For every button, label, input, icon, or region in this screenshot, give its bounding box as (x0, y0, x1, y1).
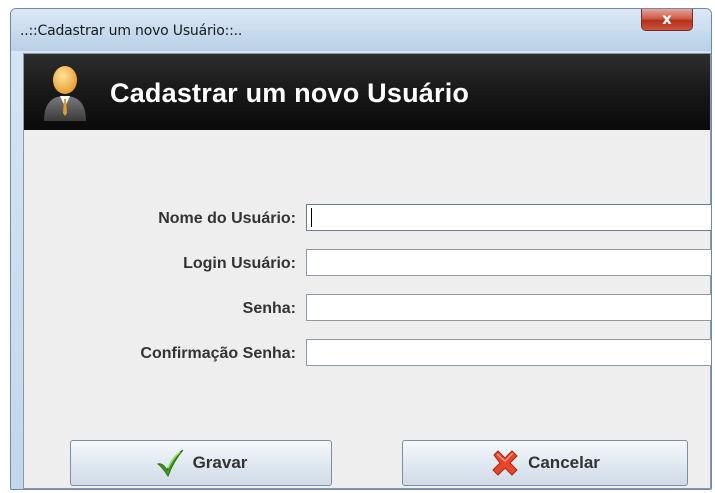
password-label: Senha: (242, 300, 296, 317)
confirm-password-label: Confirmação Senha: (140, 345, 296, 362)
confirm-password-input[interactable] (306, 339, 711, 366)
title-bar: ..::Cadastrar um novo Usuário::.. x (11, 9, 711, 51)
form-row-confirm: Confirmação Senha: (24, 339, 711, 369)
cross-icon (492, 450, 518, 476)
form-row-password: Senha: (24, 294, 711, 324)
cancel-label: Cancelar (528, 453, 600, 472)
name-label: Nome do Usuário: (158, 210, 296, 227)
dialog-header: Cadastrar um novo Usuário (24, 54, 710, 130)
window-title: ..::Cadastrar um novo Usuário::.. (20, 23, 243, 39)
user-icon (44, 66, 86, 121)
checkmark-icon (156, 449, 183, 478)
cancel-button[interactable]: Cancelar (402, 440, 688, 486)
dialog-content: Cadastrar um novo Usuário Nome do Usuári… (23, 53, 711, 489)
password-input[interactable] (306, 294, 711, 321)
close-button[interactable]: x (641, 9, 693, 31)
form-row-name: Nome do Usuário: (24, 204, 711, 234)
name-input[interactable] (306, 204, 711, 231)
save-label: Gravar (192, 453, 248, 472)
save-button[interactable]: Gravar (70, 440, 332, 486)
login-input[interactable] (306, 249, 711, 276)
login-label: Login Usuário: (183, 255, 296, 272)
close-icon: x (662, 10, 672, 28)
header-title: Cadastrar um novo Usuário (110, 78, 470, 108)
dialog-window: ..::Cadastrar um novo Usuário::.. x Cada… (10, 8, 712, 490)
text-caret (311, 208, 312, 227)
form-row-login: Login Usuário: (24, 249, 711, 279)
